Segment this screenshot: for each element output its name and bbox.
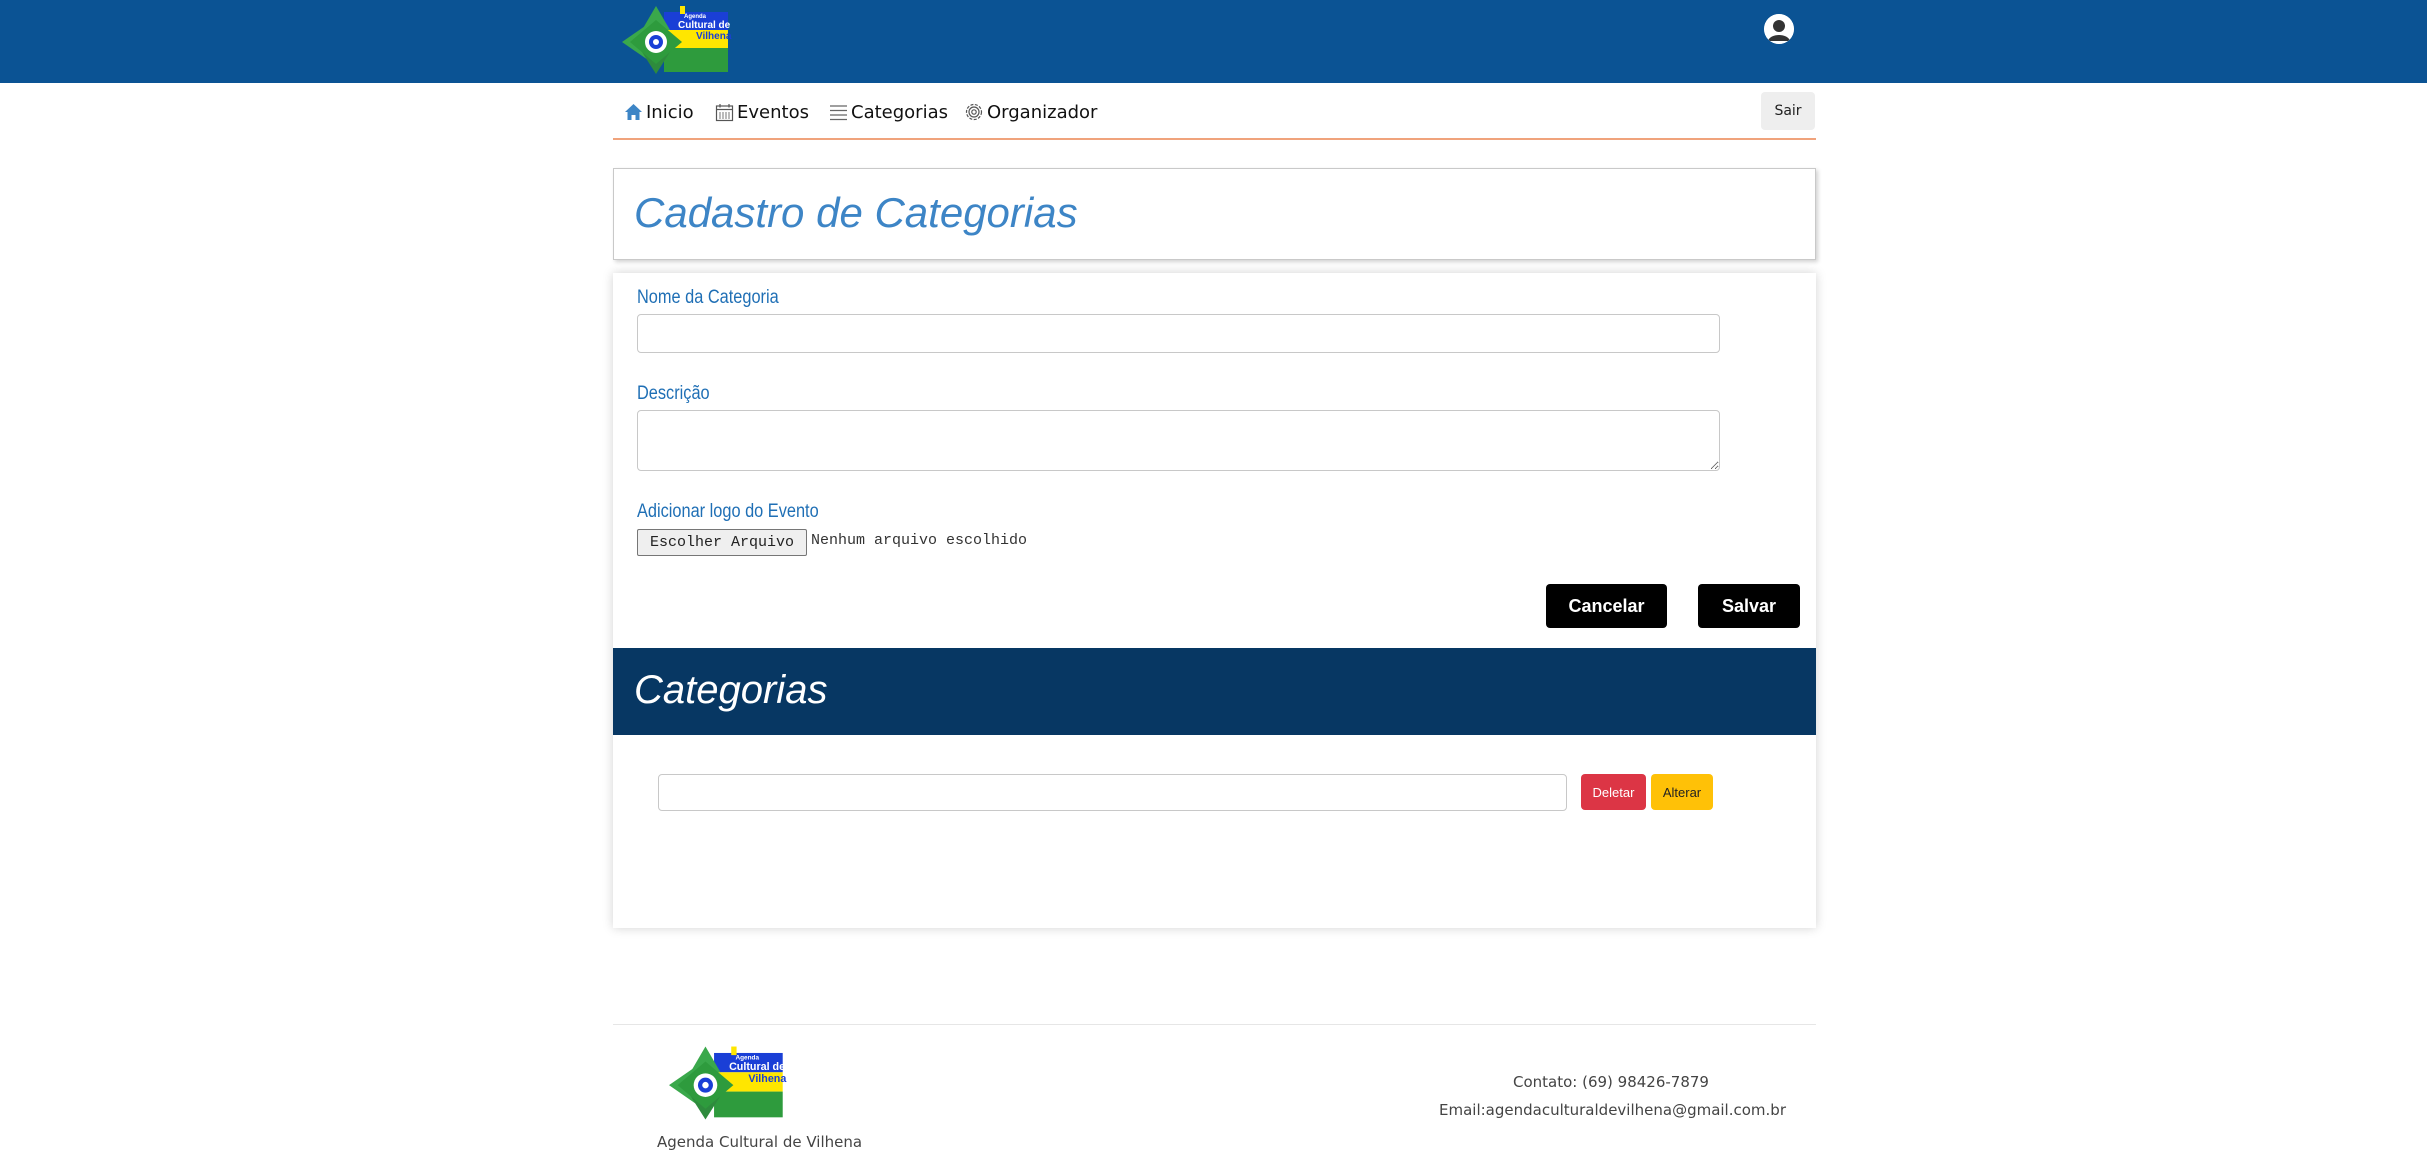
footer-email[interactable]: Email:agendaculturaldevilhena@gmail.com.… xyxy=(1439,1101,1786,1119)
gear-icon xyxy=(965,103,983,121)
nav-label-organizador: Organizador xyxy=(987,101,1098,123)
logout-button[interactable]: Sair xyxy=(1761,92,1815,130)
footer-logo-graphic: Agenda Cultural de Vilhena xyxy=(669,1046,787,1120)
description-label: Descrição xyxy=(637,383,710,404)
footer-logo: Agenda Cultural de Vilhena xyxy=(669,1046,787,1120)
footer-contact: Contato: (69) 98426-7879 xyxy=(1513,1073,1709,1091)
category-name-input[interactable] xyxy=(637,314,1720,353)
logo-graphic: Agenda Cultural de Vilhena xyxy=(622,6,732,74)
svg-text:Vilhena: Vilhena xyxy=(696,31,732,42)
cancel-button[interactable]: Cancelar xyxy=(1546,584,1667,628)
footer-brand-caption: Agenda Cultural de Vilhena xyxy=(657,1133,863,1151)
calendar-icon xyxy=(715,103,734,121)
nav-item-eventos[interactable]: Eventos xyxy=(715,99,809,125)
nav-item-organizador[interactable]: Organizador xyxy=(964,99,1097,125)
alter-button[interactable]: Alterar xyxy=(1651,774,1713,810)
nav-item-categorias[interactable]: Categorias xyxy=(829,99,948,125)
category-name-label: Nome da Categoria xyxy=(637,287,779,308)
categories-list-title: Categorias xyxy=(634,668,828,712)
category-row-input[interactable] xyxy=(658,774,1567,811)
svg-text:Vilhena: Vilhena xyxy=(748,1073,787,1085)
logo-upload-label: Adicionar logo do Evento xyxy=(637,501,819,522)
main-nav: Inicio Eventos Categorias Organizador xyxy=(613,84,1816,140)
file-status-text: Nenhum arquivo escolhido xyxy=(811,532,1028,549)
delete-button[interactable]: Deletar xyxy=(1581,774,1646,810)
site-logo[interactable]: Agenda Cultural de Vilhena xyxy=(622,6,732,74)
page-title: Cadastro de Categorias xyxy=(634,189,1078,236)
home-icon xyxy=(625,104,642,120)
user-icon xyxy=(1764,14,1794,44)
page-title-box: Cadastro de Categorias xyxy=(613,168,1816,260)
categories-list-header: Categorias xyxy=(613,648,1816,735)
footer-divider xyxy=(613,1024,1816,1025)
header-bar: Agenda Cultural de Vilhena xyxy=(0,0,2427,83)
nav-label-eventos: Eventos xyxy=(737,101,809,123)
nav-label-categorias: Categorias xyxy=(851,101,948,123)
description-textarea[interactable] xyxy=(637,410,1720,471)
svg-text:Cultural de: Cultural de xyxy=(729,1061,785,1073)
save-button[interactable]: Salvar xyxy=(1698,584,1800,628)
nav-item-inicio[interactable]: Inicio xyxy=(624,99,694,125)
user-avatar[interactable] xyxy=(1764,14,1794,44)
choose-file-button[interactable]: Escolher Arquivo xyxy=(637,529,807,556)
nav-label-inicio: Inicio xyxy=(646,101,694,123)
svg-text:Cultural de: Cultural de xyxy=(678,20,731,31)
list-icon xyxy=(830,104,847,120)
